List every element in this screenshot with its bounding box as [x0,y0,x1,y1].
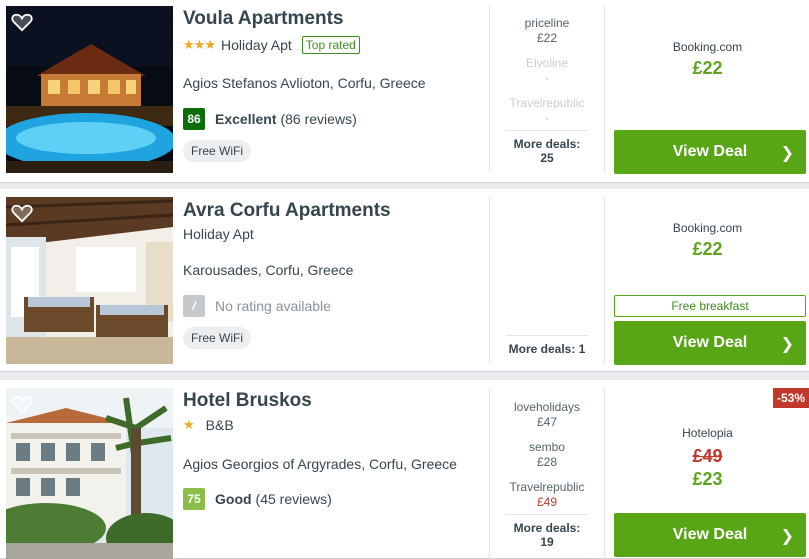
accommodation-type: Holiday Apt [220,37,292,53]
rating-score: / [183,295,205,317]
accommodation-type: Holiday Apt [183,226,254,242]
rating-score: 75 [183,488,205,510]
heart-icon[interactable] [11,203,33,223]
hotel-address: Agios Georgios of Argyrades, Corfu, Gree… [183,456,457,472]
deal-price: - [545,111,549,125]
main-deal: Booking.com £22 Free breakfast View Deal… [606,197,809,365]
other-deals: loveholidays £47 sembo £28 Travelrepubli… [489,388,605,559]
deal-item[interactable]: loveholidays £47 [490,400,604,430]
hotel-card[interactable]: Avra Corfu Apartments Holiday Apt Karous… [0,189,809,372]
hotel-name[interactable]: Avra Corfu Apartments [183,200,391,222]
hotel-address: Agios Stefanos Avlioton, Corfu, Greece [183,75,426,91]
top-rated-badge: Top rated [301,36,360,54]
hotel-photo[interactable] [6,197,173,364]
rating-row[interactable]: 75 Good (45 reviews) [183,488,332,510]
rating-row[interactable]: 86 Excellent (86 reviews) [183,108,357,130]
no-rating-text: No rating available [215,298,331,314]
amenity-chip: Free WiFi [183,327,251,349]
main-provider: Booking.com [672,40,743,54]
other-deals: More deals: 1 [489,197,605,364]
deal-price: - [545,71,549,85]
star-rating: ★ [183,417,195,432]
main-price: £22 [692,239,723,259]
main-provider: Booking.com [672,221,743,235]
hotel-type-row: ★★★ Holiday Apt Top rated [183,36,360,54]
rating-word: Good [215,491,252,507]
deal-item[interactable]: Elvoline - [490,56,604,86]
hotel-type-row: Holiday Apt [183,226,254,242]
deal-provider: Travelrepublic [509,480,585,494]
view-deal-label: View Deal [672,334,748,351]
hotel-name[interactable]: Hotel Bruskos [183,390,312,412]
view-deal-button[interactable]: View Deal ❯ [614,130,806,174]
view-deal-label: View Deal [672,143,748,160]
more-deals-link[interactable]: More deals: 25 [506,130,588,165]
chevron-right-icon: ❯ [780,336,794,353]
hotel-photo[interactable] [6,388,173,559]
view-deal-button[interactable]: View Deal ❯ [614,321,806,365]
view-deal-label: View Deal [672,526,748,543]
deal-provider: Elvoline [525,56,569,70]
deal-item[interactable]: Travelrepublic £49 [490,480,604,510]
chevron-right-icon: ❯ [780,145,794,162]
review-count: (45 reviews) [255,491,332,507]
rating-score: 86 [183,108,205,130]
free-breakfast-badge: Free breakfast [614,295,806,317]
rating-row: / No rating available [183,295,331,317]
main-price: £23 [692,469,723,489]
hotel-card[interactable]: Voula Apartments ★★★ Holiday Apt Top rat… [0,0,809,183]
deal-price: £22 [536,31,558,45]
deal-item[interactable]: priceline £22 [490,16,604,46]
other-deals: priceline £22 Elvoline - Travelrepublic … [489,6,605,173]
star-rating: ★★★ [183,37,216,52]
more-deals-link[interactable]: More deals: 19 [506,514,588,549]
review-count: (86 reviews) [280,111,357,127]
original-price: £49 [692,446,723,466]
deal-price: £47 [536,415,558,429]
deal-item[interactable]: sembo £28 [490,440,604,470]
main-price: £22 [692,58,723,78]
deal-item[interactable]: Travelrepublic - [490,96,604,126]
hotel-photo[interactable] [6,6,173,173]
heart-icon[interactable] [11,12,33,32]
deal-provider: priceline [524,16,570,30]
deal-provider: Travelrepublic [509,96,585,110]
hotel-address: Karousades, Corfu, Greece [183,262,354,278]
more-deals-link[interactable]: More deals: 1 [506,335,588,356]
deal-provider: loveholidays [513,400,581,414]
main-deal: Booking.com £22 View Deal ❯ [606,6,809,174]
view-deal-button[interactable]: View Deal ❯ [614,513,806,557]
deal-price: £49 [536,495,558,509]
hotel-card[interactable]: Hotel Bruskos ★ B&B Agios Georgios of Ar… [0,380,809,559]
rating-word: Excellent [215,111,277,127]
main-provider: Hotelopia [682,426,733,440]
chevron-right-icon: ❯ [780,528,794,545]
main-deal: -53% Hotelopia £49 £23 View Deal ❯ [606,380,809,559]
hotel-name[interactable]: Voula Apartments [183,8,343,30]
accommodation-type: B&B [205,417,234,433]
deal-price: £28 [536,455,558,469]
deal-provider: sembo [528,440,566,454]
amenity-chip: Free WiFi [183,140,251,162]
hotel-type-row: ★ B&B [183,417,234,433]
discount-badge: -53% [772,388,809,408]
heart-icon[interactable] [11,394,33,414]
